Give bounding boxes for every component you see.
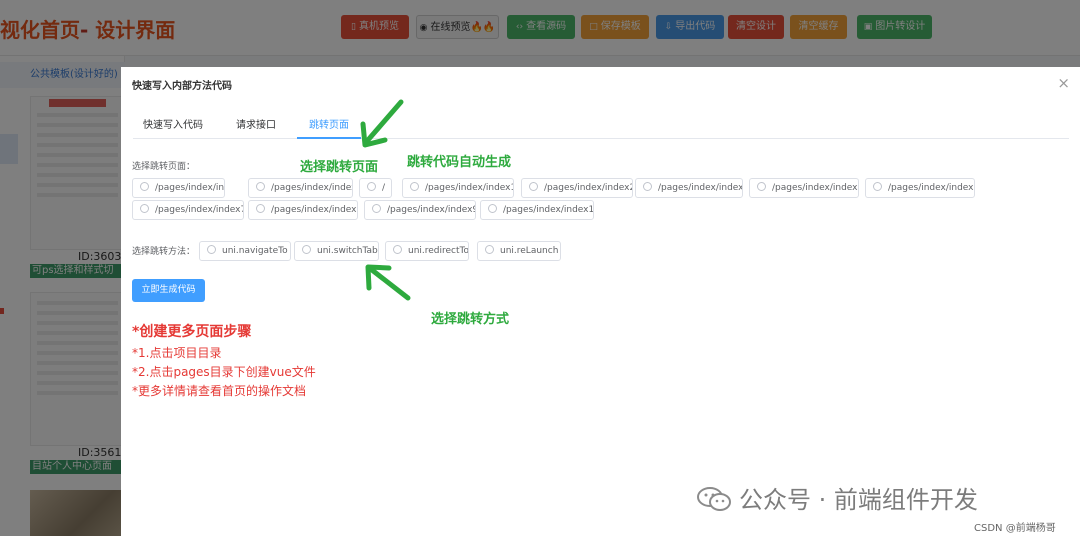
method-radio-option[interactable]: uni.reLaunch: [477, 241, 561, 261]
page-radio-option[interactable]: /pages/index/index7: [132, 200, 244, 220]
page-radio-label: /pages/index/index4: [658, 183, 743, 193]
page-radio-label: /pages/index/index1: [425, 183, 514, 193]
page-radio-option[interactable]: /pages/index/index10: [480, 200, 594, 220]
page-radio-option[interactable]: /pages/index/index4: [635, 178, 743, 198]
method-radio-option[interactable]: uni.navigateTo: [199, 241, 291, 261]
radio-circle-icon: [256, 182, 265, 191]
radio-circle-icon: [367, 182, 376, 191]
method-radio-label: uni.switchTab: [317, 246, 378, 256]
radio-circle-icon: [757, 182, 766, 191]
page-radio-label: /pages/index/index2: [544, 183, 633, 193]
radio-circle-icon: [529, 182, 538, 191]
page-radio-option[interactable]: /pages/index/index8: [248, 200, 358, 220]
method-select-label: 选择跳转方法：: [132, 247, 196, 257]
method-radio-option[interactable]: uni.redirectTo: [385, 241, 469, 261]
watermark-text: 公众号 · 前端组件开发: [739, 486, 978, 514]
page-radio-label: /pages/index/index5: [772, 183, 859, 193]
radio-circle-icon: [488, 204, 497, 213]
page-radio-option[interactable]: /: [359, 178, 392, 198]
radio-circle-icon: [393, 245, 402, 254]
radio-circle-icon: [302, 245, 311, 254]
radio-circle-icon: [410, 182, 419, 191]
annotation-select-method: 选择跳转方式: [431, 312, 510, 327]
tab-quick-code[interactable]: 快速写入代码: [143, 117, 203, 139]
step-line: *2.点击pages目录下创建vue文件: [132, 365, 316, 379]
step-line: *更多详情请查看首页的操作文档: [132, 384, 307, 398]
page-radio-option[interactable]: /pages/index/index1: [402, 178, 514, 198]
page-radio-option[interactable]: /pages/index/index: [132, 178, 225, 198]
quick-code-dialog: 快速写入内部方法代码 × 快速写入代码 请求接口 跳转页面 选择跳转页面： /p…: [121, 67, 1080, 536]
radio-circle-icon: [643, 182, 652, 191]
page-radio-label: /pages/index/index: [155, 183, 225, 193]
close-icon[interactable]: ×: [1057, 74, 1070, 92]
radio-circle-icon: [256, 204, 265, 213]
dialog-tabs: 快速写入代码 请求接口 跳转页面: [133, 117, 1069, 139]
page-radio-label: /pages/index/index8: [271, 205, 358, 215]
dialog-title: 快速写入内部方法代码: [132, 81, 232, 92]
page-radio-label: /pages/index/index10: [503, 205, 594, 215]
radio-circle-icon: [873, 182, 882, 191]
annotation-arrow-icon: [365, 264, 411, 301]
watermark: 公众号 · 前端组件开发: [697, 480, 978, 515]
page-radio-option[interactable]: /pages/index/index2: [521, 178, 633, 198]
page-radio-label: /pages/index/index7: [155, 205, 244, 215]
radio-circle-icon: [485, 245, 494, 254]
steps-title: *创建更多页面步骤: [132, 324, 252, 340]
radio-circle-icon: [207, 245, 216, 254]
method-radio-label: uni.reLaunch: [500, 246, 559, 256]
annotation-arrow-icon: [360, 99, 404, 148]
radio-circle-icon: [140, 182, 149, 191]
annotation-select-page: 选择跳转页面: [300, 160, 379, 175]
page-radio-option[interactable]: /pages/index/index9: [364, 200, 476, 220]
radio-circle-icon: [140, 204, 149, 213]
tab-request-api[interactable]: 请求接口: [236, 117, 276, 139]
page-radio-option[interactable]: /pages/index/index5: [749, 178, 859, 198]
page-select-label: 选择跳转页面：: [132, 162, 196, 172]
annotation-auto-code: 跳转代码自动生成: [407, 155, 512, 170]
page-radio-label: /: [382, 183, 386, 193]
wechat-icon: [697, 487, 731, 511]
page-radio-option[interactable]: /pages/index/index6: [865, 178, 975, 198]
page-radio-label: /pages/index/index6: [888, 183, 975, 193]
step-line: *1.点击项目目录: [132, 346, 222, 360]
tab-jump-page[interactable]: 跳转页面: [297, 117, 361, 139]
generate-code-button[interactable]: 立即生成代码: [132, 279, 205, 302]
method-radio-option[interactable]: uni.switchTab: [294, 241, 379, 261]
page-radio-option[interactable]: /pages/index/index3: [248, 178, 353, 198]
radio-circle-icon: [372, 204, 381, 213]
watermark-sub: CSDN @前端杨哥: [974, 523, 1056, 534]
method-radio-label: uni.redirectTo: [408, 246, 469, 256]
page-radio-label: /pages/index/index9: [387, 205, 476, 215]
method-radio-label: uni.navigateTo: [222, 246, 288, 256]
page-radio-label: /pages/index/index3: [271, 183, 352, 193]
